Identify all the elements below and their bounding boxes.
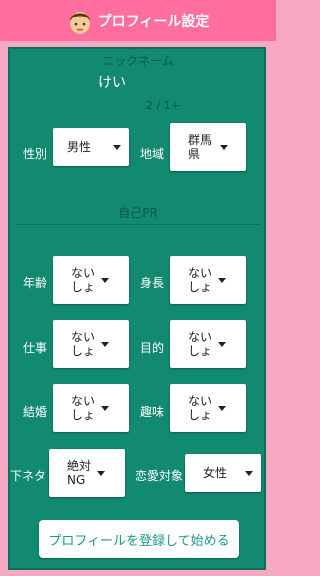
chevron-down-icon xyxy=(101,341,109,347)
dirty-talk-select[interactable]: 絶対NG xyxy=(49,449,125,497)
hobby-select[interactable]: ないしょ xyxy=(170,384,246,432)
dirty-talk-label: 下ネタ xyxy=(10,469,47,483)
purpose-select[interactable]: ないしょ xyxy=(170,320,246,368)
job-select-value: ないしょ xyxy=(71,330,96,358)
chevron-down-icon xyxy=(97,470,105,476)
gender-label: 性別 xyxy=(23,147,48,161)
chevron-down-icon xyxy=(245,470,253,476)
job-label: 仕事 xyxy=(23,341,48,355)
romance-target-label: 恋愛対象 xyxy=(135,469,184,483)
app-header: プロフィール設定 xyxy=(0,0,276,41)
region-select[interactable]: 群馬県 xyxy=(170,123,246,171)
dirty-talk-select-value: 絶対NG xyxy=(67,459,92,487)
hobby-label: 趣味 xyxy=(140,405,165,419)
age-select-value: ないしょ xyxy=(71,266,96,294)
chevron-down-icon xyxy=(220,144,228,150)
nickname-char-counter: 2 / 1+ xyxy=(146,99,180,112)
height-select[interactable]: ないしょ xyxy=(170,256,246,304)
age-label: 年齢 xyxy=(23,276,48,290)
self-pr-divider xyxy=(16,224,260,225)
chevron-down-icon xyxy=(101,277,109,283)
self-pr-label: 自己PR xyxy=(118,206,158,220)
age-select[interactable]: ないしょ xyxy=(53,256,129,304)
romance-target-select-value: 女性 xyxy=(203,466,228,480)
gender-select[interactable]: 男性 xyxy=(53,128,129,166)
purpose-label: 目的 xyxy=(140,341,165,355)
register-and-start-button[interactable]: プロフィールを登録して始める xyxy=(39,520,239,558)
marriage-select-value: ないしょ xyxy=(71,394,96,422)
romance-target-select[interactable]: 女性 xyxy=(185,454,261,492)
region-label: 地域 xyxy=(140,147,165,161)
hobby-select-value: ないしょ xyxy=(188,394,213,422)
boy-face-icon xyxy=(67,7,93,35)
page-title: プロフィール設定 xyxy=(97,13,210,30)
nickname-label: ニックネーム xyxy=(102,54,174,68)
region-select-value: 群馬県 xyxy=(188,133,213,161)
chevron-down-icon xyxy=(218,341,226,347)
chevron-down-icon xyxy=(218,405,226,411)
chevron-down-icon xyxy=(218,277,226,283)
purpose-select-value: ないしょ xyxy=(188,330,213,358)
height-label: 身長 xyxy=(140,276,165,290)
chevron-down-icon xyxy=(113,144,121,150)
marriage-select[interactable]: ないしょ xyxy=(53,384,129,432)
marriage-label: 結婚 xyxy=(23,405,48,419)
gender-select-value: 男性 xyxy=(67,140,92,154)
nickname-input[interactable]: けい xyxy=(98,72,126,92)
job-select[interactable]: ないしょ xyxy=(53,320,129,368)
height-select-value: ないしょ xyxy=(188,266,213,294)
chevron-down-icon xyxy=(101,405,109,411)
